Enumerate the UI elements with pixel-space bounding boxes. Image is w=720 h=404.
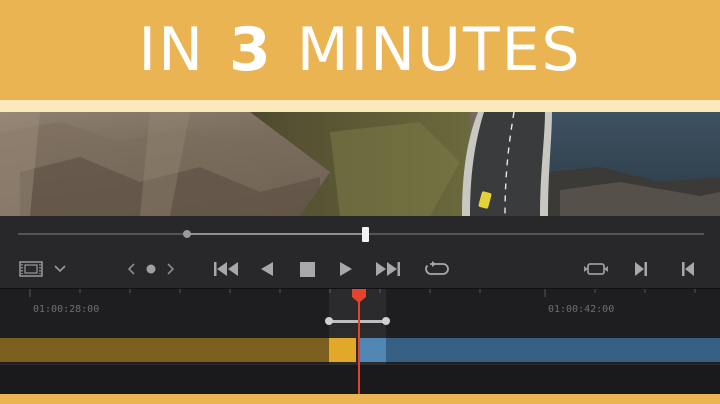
- loop-button[interactable]: [423, 258, 451, 280]
- stop-button[interactable]: [297, 258, 317, 280]
- scrub-in-point-dot[interactable]: [183, 230, 191, 238]
- chevron-right-icon: [167, 263, 175, 275]
- play-reverse-icon: [261, 262, 273, 276]
- chevron-down-icon: [54, 265, 66, 273]
- mark-out-icon: [635, 262, 647, 276]
- mark-in-button[interactable]: [679, 258, 697, 280]
- playhead-line[interactable]: [358, 296, 360, 394]
- chevron-left-icon: [127, 263, 135, 275]
- banner-underline-strip: [0, 100, 720, 112]
- marker-button[interactable]: [143, 258, 159, 280]
- range-in-handle[interactable]: [325, 317, 333, 325]
- bottom-accent-strip: [0, 394, 720, 404]
- timeline-clip-gold[interactable]: [0, 338, 329, 362]
- timecode-label: 01:00:28:00: [33, 304, 100, 315]
- banner-word-minutes: MINUTES: [296, 15, 582, 85]
- title-banner: IN 3 MINUTES: [0, 0, 720, 100]
- jump-to-start-icon: [214, 262, 238, 276]
- previous-edit-button[interactable]: [124, 258, 138, 280]
- match-frame-icon: [584, 263, 608, 275]
- mark-in-icon: [682, 262, 694, 276]
- timeline-empty-track: [0, 364, 720, 394]
- loop-icon: [425, 261, 449, 275]
- mark-out-button[interactable]: [632, 258, 650, 280]
- viewer-scrub-progress: [187, 233, 366, 235]
- play-icon: [340, 262, 352, 276]
- timeline-clip-gold-selected[interactable]: [329, 338, 356, 362]
- next-edit-button[interactable]: [164, 258, 178, 280]
- timeline-clip-blue[interactable]: [386, 338, 720, 362]
- match-frame-button[interactable]: [583, 258, 609, 280]
- jump-to-end-icon: [376, 262, 400, 276]
- stop-icon: [299, 261, 315, 277]
- play-reverse-button[interactable]: [258, 258, 276, 280]
- banner-word-in: IN: [138, 15, 205, 85]
- clip-view-dropdown[interactable]: [52, 258, 68, 280]
- jump-to-end-button[interactable]: [374, 258, 402, 280]
- timeline-clip-blue-selected[interactable]: [360, 338, 386, 362]
- coastal-road-image: [0, 112, 720, 216]
- playhead-marker-icon[interactable]: [351, 288, 367, 304]
- viewer-controls-panel: [0, 216, 720, 288]
- film-strip-icon: [19, 261, 43, 277]
- viewer-video-frame: [0, 112, 720, 216]
- clip-view-button[interactable]: [18, 258, 44, 280]
- banner-highlight-number: 3: [228, 15, 273, 85]
- range-out-handle[interactable]: [382, 317, 390, 325]
- jump-to-start-button[interactable]: [212, 258, 240, 280]
- play-button[interactable]: [337, 258, 355, 280]
- scrub-handle[interactable]: [362, 227, 369, 242]
- timecode-label: 01:00:42:00: [548, 304, 615, 315]
- marker-dot-icon: [146, 264, 156, 274]
